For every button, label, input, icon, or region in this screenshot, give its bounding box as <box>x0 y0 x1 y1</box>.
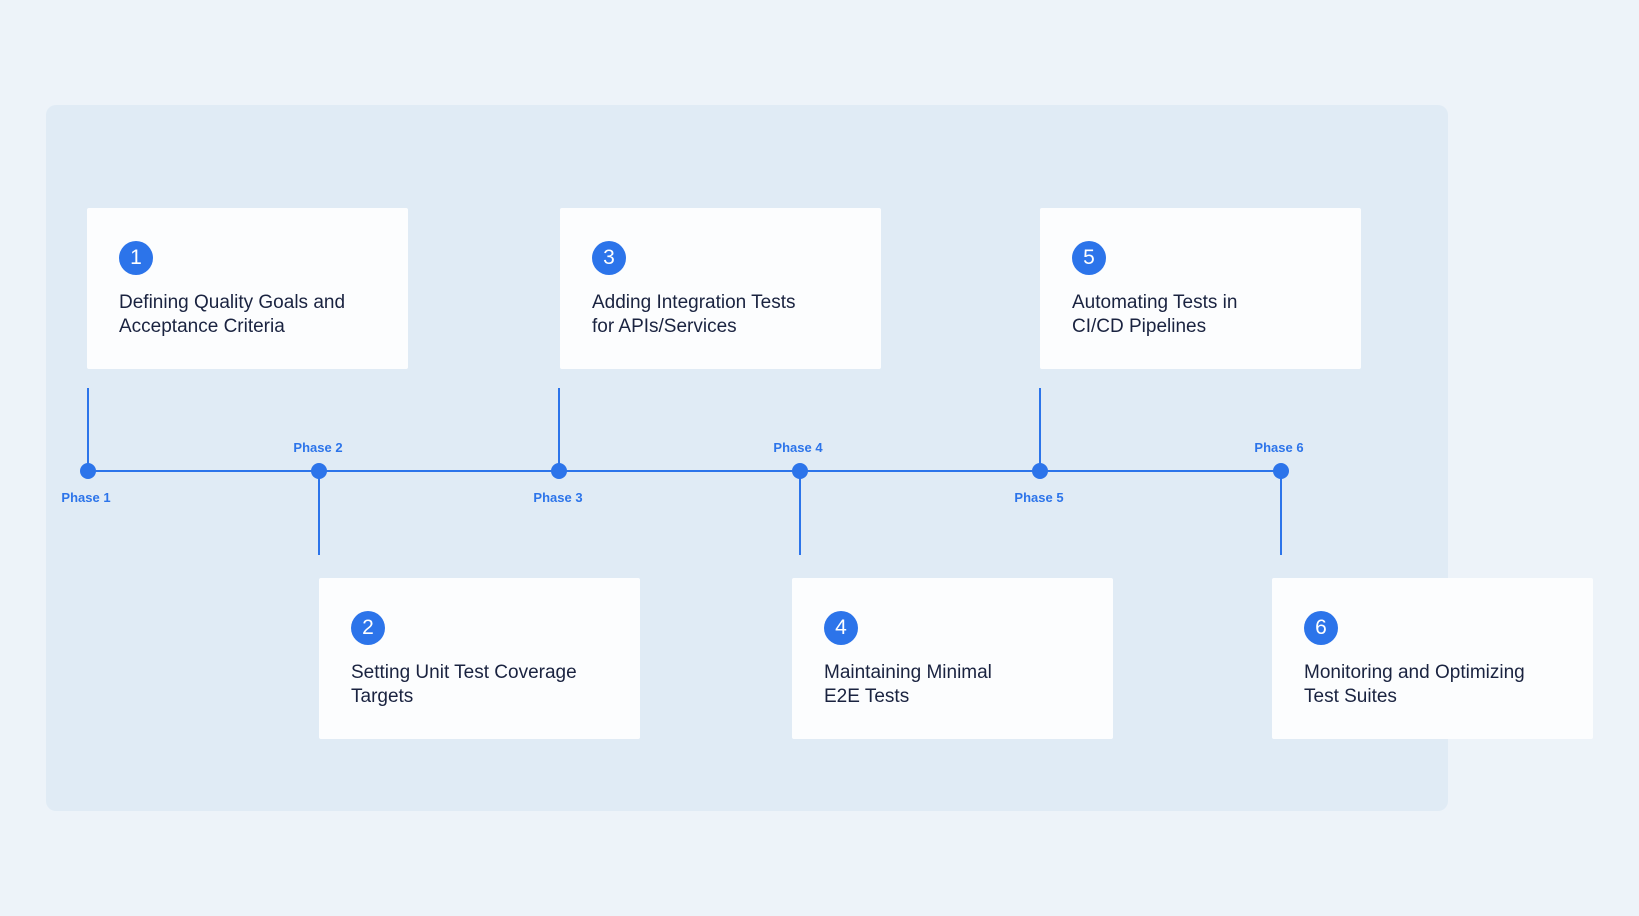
phase-5-card: 5 Automating Tests in CI/CD Pipelines <box>1040 208 1361 369</box>
step-number-badge: 6 <box>1304 611 1338 645</box>
phase-1-connector <box>87 388 89 471</box>
phase-3-card: 3 Adding Integration Tests for APIs/Serv… <box>560 208 881 369</box>
phase-2-label: Phase 2 <box>293 440 343 455</box>
phase-title: Automating Tests in CI/CD Pipelines <box>1072 292 1238 337</box>
timeline-axis <box>88 470 1282 472</box>
phase-3-dot <box>551 463 567 479</box>
phase-title: Defining Quality Goals and Acceptance Cr… <box>119 292 346 337</box>
phase-4-label: Phase 4 <box>773 440 823 455</box>
phase-2-dot <box>311 463 327 479</box>
phase-2-connector <box>318 472 320 555</box>
step-number-badge: 1 <box>119 241 153 275</box>
phase-6-card: 6 Monitoring and Optimizing Test Suites <box>1272 578 1593 739</box>
phase-6-connector <box>1280 472 1282 555</box>
phase-title: Monitoring and Optimizing Test Suites <box>1304 662 1525 707</box>
phase-6-label: Phase 6 <box>1254 440 1304 455</box>
phase-title: Adding Integration Tests for APIs/Servic… <box>592 292 796 337</box>
phase-title: Setting Unit Test Coverage Targets <box>351 662 577 707</box>
step-number-badge: 3 <box>592 241 626 275</box>
phase-1-dot <box>80 463 96 479</box>
phase-5-connector <box>1039 388 1041 471</box>
phase-5-dot <box>1032 463 1048 479</box>
phase-3-label: Phase 3 <box>533 490 583 505</box>
step-number-badge: 2 <box>351 611 385 645</box>
step-number-badge: 5 <box>1072 241 1106 275</box>
phase-6-dot <box>1273 463 1289 479</box>
phase-4-connector <box>799 472 801 555</box>
phase-4-dot <box>792 463 808 479</box>
phase-5-label: Phase 5 <box>1014 490 1064 505</box>
phase-1-label: Phase 1 <box>61 490 111 505</box>
phase-2-card: 2 Setting Unit Test Coverage Targets <box>319 578 640 739</box>
phase-4-card: 4 Maintaining Minimal E2E Tests <box>792 578 1113 739</box>
phase-title: Maintaining Minimal E2E Tests <box>824 662 992 707</box>
step-number-badge: 4 <box>824 611 858 645</box>
phase-3-connector <box>558 388 560 471</box>
phase-1-card: 1 Defining Quality Goals and Acceptance … <box>87 208 408 369</box>
